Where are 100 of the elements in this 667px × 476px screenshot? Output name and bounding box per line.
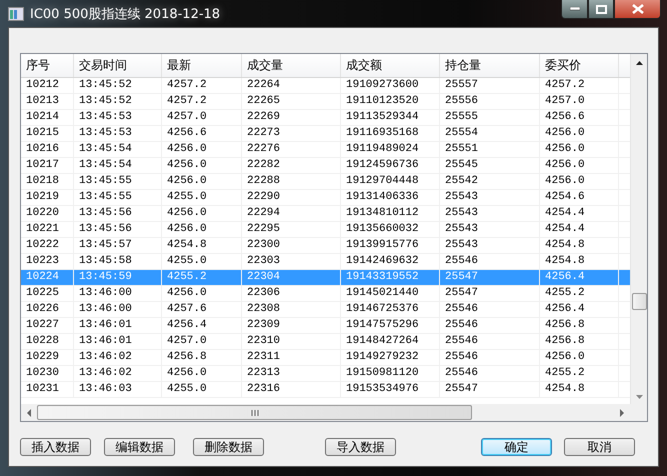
- table-cell: 19124596736: [341, 158, 440, 173]
- table-cell: 22264: [242, 78, 341, 93]
- table-cell: 13:45:54: [74, 158, 162, 173]
- table-cell: 22273: [242, 126, 341, 141]
- dialog-button[interactable]: 删除数据: [193, 438, 264, 456]
- table-cell: 13:45:53: [74, 126, 162, 141]
- table-cell: 25546: [440, 334, 540, 349]
- table-cell: 25543: [440, 222, 540, 237]
- table-cell: 19147575296: [341, 318, 440, 333]
- table-cell: 4256.0: [162, 142, 242, 157]
- table-cell: 25543: [440, 206, 540, 221]
- table-cell: 25542: [440, 174, 540, 189]
- grip-icon: [250, 410, 258, 416]
- table-cell: 13:46:00: [74, 286, 162, 301]
- table-cell: 4256.8: [540, 334, 619, 349]
- table-row[interactable]: 10220 13:45:56 4256.0 22294 19134810112 25543 4254.4: [21, 206, 630, 222]
- table-cell: 4256.0: [162, 158, 242, 173]
- table-row[interactable]: 10231 13:46:03 4255.0 22316 19153534976 25547 4254.8: [21, 382, 630, 398]
- table-row[interactable]: 10228 13:46:01 4257.0 22310 19148427264 25546 4256.8: [21, 334, 630, 350]
- dialog-button[interactable]: 确定: [481, 438, 552, 456]
- table-row[interactable]: 10215 13:45:53 4256.6 22273 19116935168 25554 4256.0: [21, 126, 630, 142]
- table-row[interactable]: 10214 13:45:53 4257.0 22269 19113529344 25555 4256.6: [21, 110, 630, 126]
- table-cell: 22290: [242, 190, 341, 205]
- dialog-button[interactable]: 导入数据: [325, 438, 396, 456]
- table-cell: 22309: [242, 318, 341, 333]
- table-cell: 4254.8: [162, 238, 242, 253]
- table-cell: 4257.0: [162, 334, 242, 349]
- table-row[interactable]: 10230 13:46:02 4256.0 22313 19150981120 25546 4255.2: [21, 366, 630, 382]
- minimize-icon: [570, 7, 580, 11]
- table-row[interactable]: 10229 13:46:02 4256.8 22311 19149279232 25546 4256.0: [21, 350, 630, 366]
- table-cell: 19119489024: [341, 142, 440, 157]
- table-cell: 13:46:02: [74, 366, 162, 381]
- table-cell: 22276: [242, 142, 341, 157]
- table-cell: 13:46:03: [74, 382, 162, 397]
- minimize-button[interactable]: [561, 0, 588, 19]
- table-cell: 4257.2: [162, 94, 242, 109]
- table-cell: 13:45:58: [74, 254, 162, 269]
- table-cell: 4255.0: [162, 190, 242, 205]
- scroll-thumb[interactable]: [37, 405, 472, 420]
- column-header[interactable]: 委买价: [540, 54, 619, 77]
- table-row[interactable]: 10216 13:45:54 4256.0 22276 19119489024 25551 4256.0: [21, 142, 630, 158]
- table-row[interactable]: 10218 13:45:55 4256.0 22288 19129704448 25542 4256.0: [21, 174, 630, 190]
- table-cell: 19142469632: [341, 254, 440, 269]
- table-cell: 4256.0: [540, 350, 619, 365]
- table-cell: 4257.0: [540, 94, 619, 109]
- close-button[interactable]: [614, 0, 661, 19]
- table-cell: 19139915776: [341, 238, 440, 253]
- vertical-scrollbar[interactable]: [630, 54, 647, 404]
- table-row[interactable]: 10213 13:45:52 4257.2 22265 19110123520 25556 4257.0: [21, 94, 630, 110]
- table-cell: 13:45:59: [74, 270, 162, 285]
- table-row[interactable]: 10221 13:45:56 4256.0 22295 19135660032 25543 4254.4: [21, 222, 630, 238]
- app-icon: [8, 6, 24, 20]
- table-cell: 13:45:52: [74, 94, 162, 109]
- table-cell: 4257.2: [540, 78, 619, 93]
- table-cell: 19148427264: [341, 334, 440, 349]
- horizontal-scrollbar[interactable]: [21, 404, 630, 421]
- column-header[interactable]: 持仓量: [440, 54, 540, 77]
- table-cell: 4256.4: [162, 318, 242, 333]
- table-cell: 10223: [21, 254, 74, 269]
- table-cell: 4256.0: [162, 222, 242, 237]
- table-cell: 25555: [440, 110, 540, 125]
- table-cell: 19135660032: [341, 222, 440, 237]
- table-cell: 10214: [21, 110, 74, 125]
- table-cell: 4256.0: [162, 174, 242, 189]
- table-cell: 22308: [242, 302, 341, 317]
- table-cell: 10231: [21, 382, 74, 397]
- table-cell: 13:45:52: [74, 78, 162, 93]
- maximize-button[interactable]: [588, 0, 614, 19]
- table-cell: 25557: [440, 78, 540, 93]
- column-header[interactable]: 序号: [21, 54, 74, 77]
- window-title: IC00 500股指连续 2018-12-18: [30, 6, 220, 22]
- table-row[interactable]: 10223 13:45:58 4255.0 22303 19142469632 25546 4254.8: [21, 254, 630, 270]
- table-row[interactable]: 10222 13:45:57 4254.8 22300 19139915776 25543 4254.8: [21, 238, 630, 254]
- table-row[interactable]: 10212 13:45:52 4257.2 22264 19109273600 25557 4257.2: [21, 78, 630, 94]
- table-cell: 10222: [21, 238, 74, 253]
- table-cell: 25547: [440, 286, 540, 301]
- table-cell: 4256.0: [162, 366, 242, 381]
- scroll-thumb[interactable]: [632, 293, 646, 310]
- column-header[interactable]: 成交额: [341, 54, 440, 77]
- column-header[interactable]: 交易时间: [74, 54, 162, 77]
- table-row[interactable]: 10219 13:45:55 4255.0 22290 19131406336 25543 4254.6: [21, 190, 630, 206]
- column-header[interactable]: 最新: [162, 54, 242, 77]
- table-cell: 10225: [21, 286, 74, 301]
- table-cell: 22295: [242, 222, 341, 237]
- table-cell: 4256.0: [540, 174, 619, 189]
- dialog-button[interactable]: 编辑数据: [104, 438, 175, 456]
- table-cell: 25546: [440, 302, 540, 317]
- table-row[interactable]: 10226 13:46:00 4257.6 22308 19146725376 25546 4256.4: [21, 302, 630, 318]
- table-cell: 4256.6: [162, 126, 242, 141]
- table-row[interactable]: 10225 13:46:00 4256.0 22306 19145021440 25547 4255.2: [21, 286, 630, 302]
- table-cell: 4255.0: [162, 382, 242, 397]
- close-icon: [632, 4, 644, 14]
- dialog-button[interactable]: 取消: [564, 438, 635, 456]
- table-cell: 19134810112: [341, 206, 440, 221]
- table-row[interactable]: 10227 13:46:01 4256.4 22309 19147575296 25546 4256.8: [21, 318, 630, 334]
- table-cell: 4254.4: [540, 206, 619, 221]
- dialog-button[interactable]: 插入数据: [20, 438, 91, 456]
- column-header[interactable]: 成交量: [242, 54, 341, 77]
- table-row[interactable]: 10217 13:45:54 4256.0 22282 19124596736 25545 4256.0: [21, 158, 630, 174]
- table-cell: 4254.8: [540, 254, 619, 269]
